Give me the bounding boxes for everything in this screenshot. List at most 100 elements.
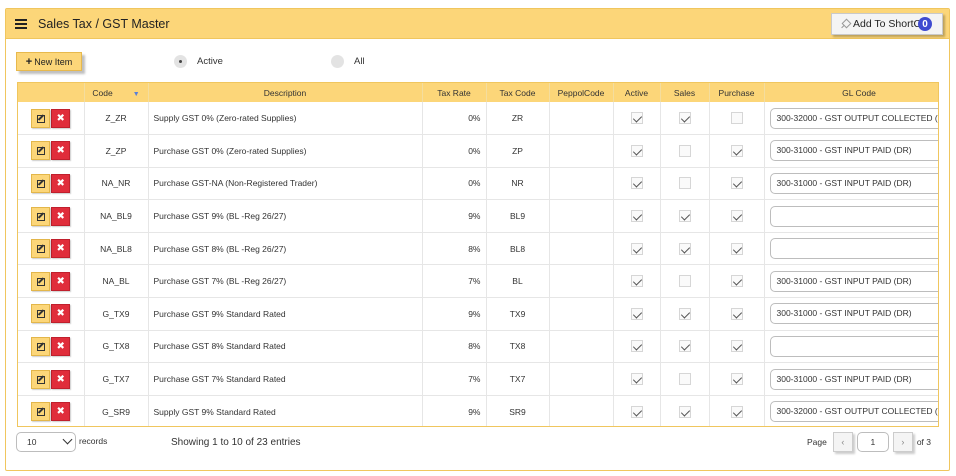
gl-code-select[interactable]: 300-32000 - GST OUTPUT COLLECTED (CR) bbox=[769, 107, 938, 129]
purchase-checkbox[interactable] bbox=[730, 144, 743, 157]
next-page-button[interactable]: › bbox=[892, 432, 913, 452]
gl-code-select[interactable] bbox=[769, 335, 938, 357]
add-to-shortcut-button[interactable]: Add To ShortCut 0 bbox=[831, 13, 943, 35]
edit-icon[interactable] bbox=[31, 239, 51, 259]
delete-icon[interactable]: ✖ bbox=[51, 369, 71, 389]
purchase-checkbox[interactable] bbox=[730, 112, 743, 125]
plus-icon: + bbox=[25, 55, 33, 68]
edit-icon[interactable] bbox=[31, 206, 51, 226]
gl-code-select[interactable]: 300-31000 - GST INPUT PAID (DR) bbox=[769, 368, 938, 390]
row-actions: ✖ bbox=[18, 134, 85, 168]
gl-code-select[interactable] bbox=[769, 205, 938, 227]
cell-peppol-code bbox=[549, 362, 614, 396]
table-row[interactable]: ✖ Z_ZR Supply GST 0% (Zero-rated Supplies)… bbox=[18, 102, 938, 136]
col-header-description[interactable]: Description bbox=[148, 83, 423, 102]
sales-checkbox[interactable] bbox=[678, 340, 691, 353]
table-row[interactable]: ✖ G_TX8 Purchase GST 8% Standard Rated 8% TX… bbox=[18, 330, 938, 364]
purchase-checkbox[interactable] bbox=[730, 405, 743, 418]
prev-page-button[interactable]: ‹ bbox=[832, 432, 853, 452]
new-item-button[interactable]: + New Item bbox=[16, 52, 82, 71]
delete-icon[interactable]: ✖ bbox=[51, 206, 71, 226]
delete-icon[interactable]: ✖ bbox=[51, 173, 71, 193]
col-header-tax-rate[interactable]: Tax Rate bbox=[422, 83, 487, 102]
gl-code-select[interactable]: 300-31000 - GST INPUT PAID (DR) bbox=[769, 172, 938, 194]
edit-icon[interactable] bbox=[31, 402, 51, 422]
active-checkbox[interactable] bbox=[630, 177, 643, 190]
table-row[interactable]: ✖ NA_BL9 Purchase GST 9% (BL -Reg 26/27) 9%… bbox=[18, 199, 938, 233]
edit-icon[interactable] bbox=[31, 304, 51, 324]
menu-icon[interactable] bbox=[15, 18, 27, 29]
delete-icon[interactable]: ✖ bbox=[51, 402, 71, 422]
active-checkbox[interactable] bbox=[630, 275, 643, 288]
gl-code-select[interactable]: 300-32000 - GST OUTPUT COLLECTED (CR) bbox=[769, 401, 938, 423]
sales-checkbox[interactable] bbox=[678, 405, 691, 418]
cell-tax-rate: 0% bbox=[422, 134, 487, 168]
page-number-input[interactable]: 1 bbox=[856, 432, 889, 452]
active-checkbox[interactable] bbox=[630, 405, 643, 418]
col-header-tax-code[interactable]: Tax Code bbox=[486, 83, 550, 102]
purchase-checkbox[interactable] bbox=[730, 373, 743, 386]
active-checkbox[interactable] bbox=[630, 242, 643, 255]
purchase-checkbox[interactable] bbox=[730, 307, 743, 320]
delete-icon[interactable]: ✖ bbox=[51, 141, 71, 161]
sales-checkbox[interactable] bbox=[678, 210, 691, 223]
active-checkbox[interactable] bbox=[630, 112, 643, 125]
purchase-checkbox[interactable] bbox=[730, 210, 743, 223]
col-header-peppol-code[interactable]: PeppolCode bbox=[549, 83, 614, 102]
col-header-gl-code[interactable]: GL Code bbox=[764, 83, 938, 102]
active-checkbox[interactable] bbox=[630, 340, 643, 353]
edit-icon[interactable] bbox=[31, 271, 51, 291]
table-row[interactable]: ✖ G_TX7 Purchase GST 7% Standard Rated 7% TX… bbox=[18, 362, 938, 396]
purchase-checkbox[interactable] bbox=[730, 275, 743, 288]
delete-icon[interactable]: ✖ bbox=[51, 108, 71, 128]
edit-icon[interactable] bbox=[31, 369, 51, 389]
cell-tax-rate: 9% bbox=[422, 297, 487, 331]
radio-active-indicator[interactable] bbox=[174, 55, 187, 68]
delete-icon[interactable]: ✖ bbox=[51, 336, 71, 356]
gl-code-select[interactable]: 300-31000 - GST INPUT PAID (DR) bbox=[769, 270, 938, 292]
active-checkbox[interactable] bbox=[630, 373, 643, 386]
sales-checkbox[interactable] bbox=[678, 307, 691, 320]
active-checkbox[interactable] bbox=[630, 144, 643, 157]
purchase-checkbox[interactable] bbox=[730, 340, 743, 353]
delete-icon[interactable]: ✖ bbox=[51, 271, 71, 291]
gl-code-select[interactable]: 300-31000 - GST INPUT PAID (DR) bbox=[769, 303, 938, 325]
table-row[interactable]: ✖ Z_ZP Purchase GST 0% (Zero-rated Supplie… bbox=[18, 134, 938, 168]
sales-checkbox[interactable] bbox=[678, 275, 691, 288]
col-header-purchase[interactable]: Purchase bbox=[709, 83, 765, 102]
active-cell bbox=[613, 330, 661, 364]
edit-icon[interactable] bbox=[31, 141, 51, 161]
sales-checkbox[interactable] bbox=[678, 112, 691, 125]
table-row[interactable]: ✖ G_TX9 Purchase GST 9% Standard Rated 9% TX… bbox=[18, 297, 938, 331]
table-row[interactable]: ✖ NA_BL Purchase GST 7% (BL -Reg 26/27) 7% B… bbox=[18, 264, 938, 299]
radio-all-indicator[interactable] bbox=[331, 55, 344, 68]
sales-checkbox[interactable] bbox=[678, 144, 691, 157]
radio-active[interactable]: Active bbox=[174, 55, 223, 68]
purchase-checkbox[interactable] bbox=[730, 177, 743, 190]
sort-desc-icon[interactable]: ▼ bbox=[133, 91, 140, 98]
table-row[interactable]: ✖ G_SR9 Supply GST 9% Standard Rated 9% SR9 3… bbox=[18, 395, 938, 426]
sales-cell bbox=[660, 232, 710, 266]
purchase-checkbox[interactable] bbox=[730, 242, 743, 255]
gl-code-select[interactable] bbox=[769, 238, 938, 260]
sales-checkbox[interactable] bbox=[678, 373, 691, 386]
table-row[interactable]: ✖ NA_NR Purchase GST-NA (Non-Registered Tr… bbox=[18, 167, 938, 201]
col-header-sales[interactable]: Sales bbox=[660, 83, 710, 102]
edit-icon[interactable] bbox=[31, 336, 51, 356]
col-header-active[interactable]: Active bbox=[613, 83, 661, 102]
radio-all[interactable]: All bbox=[331, 55, 365, 68]
delete-icon[interactable]: ✖ bbox=[51, 239, 71, 259]
page-size-select[interactable]: 10 bbox=[16, 432, 76, 452]
table-row[interactable]: ✖ NA_BL8 Purchase GST 8% (BL -Reg 26/27) 8%… bbox=[18, 232, 938, 266]
edit-icon[interactable] bbox=[31, 108, 51, 128]
col-header-code[interactable]: Code ▼ bbox=[84, 83, 149, 102]
edit-icon[interactable] bbox=[31, 173, 51, 193]
active-checkbox[interactable] bbox=[630, 210, 643, 223]
cell-gl-code bbox=[764, 330, 938, 364]
sales-checkbox[interactable] bbox=[678, 242, 691, 255]
delete-icon[interactable]: ✖ bbox=[51, 304, 71, 324]
sales-checkbox[interactable] bbox=[678, 177, 691, 190]
active-checkbox[interactable] bbox=[630, 307, 643, 320]
tax-table-container[interactable]: Code ▼ Description Tax Rate Tax Code Pepp… bbox=[17, 82, 939, 427]
gl-code-select[interactable]: 300-31000 - GST INPUT PAID (DR) bbox=[769, 140, 938, 162]
